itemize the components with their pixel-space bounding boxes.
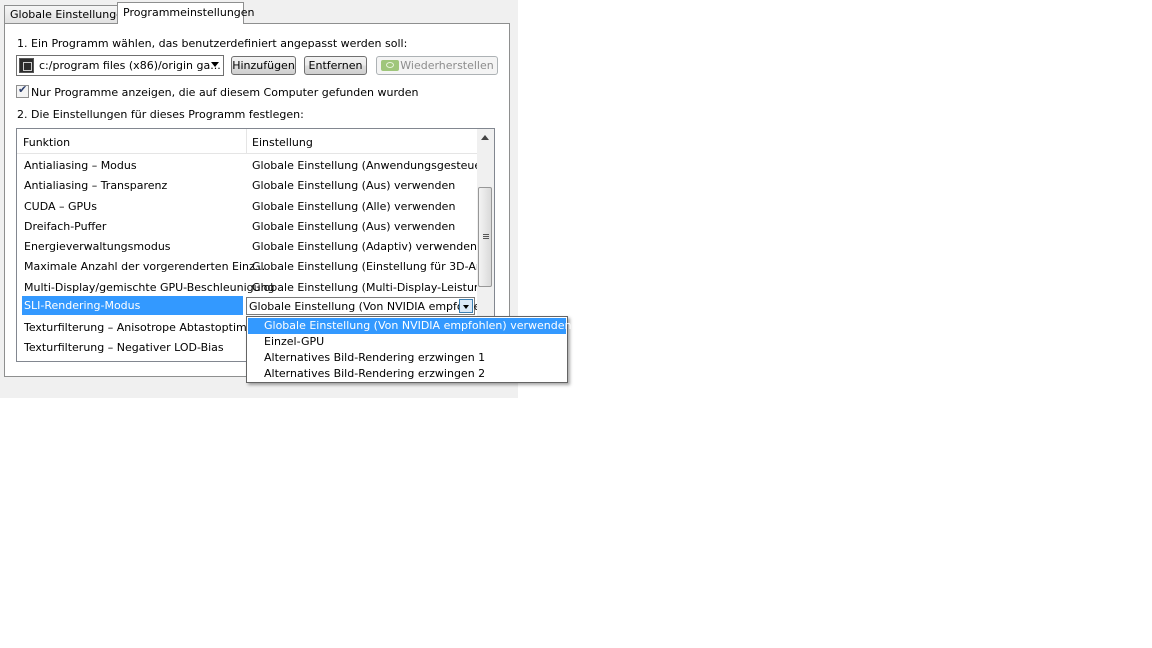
table-header: Funktion Einstellung (17, 129, 477, 154)
row-setting: Globale Einstellung (Alle) verwenden (252, 200, 456, 213)
row-function: SLI-Rendering-Modus (22, 296, 243, 315)
checkmark-icon: ✔ (18, 83, 28, 96)
dropdown-option[interactable]: Globale Einstellung (Von NVIDIA empfohle… (248, 318, 571, 334)
table-row[interactable]: Antialiasing – Modus Globale Einstellung… (17, 154, 494, 174)
row-function: Energieverwaltungsmodus (24, 240, 171, 253)
column-header-function[interactable]: Funktion (23, 136, 70, 149)
setting-dropdown-list: Globale Einstellung (Von NVIDIA empfohle… (246, 316, 571, 383)
table-row-selected[interactable]: SLI-Rendering-Modus Globale Einstellung … (17, 296, 492, 316)
table-row[interactable]: Antialiasing – Transparenz Globale Einst… (17, 174, 477, 194)
table-row[interactable]: Energieverwaltungsmodus Globale Einstell… (17, 235, 477, 255)
row-setting: Globale Einstellung (Einstellung für 3D-… (252, 260, 494, 273)
remove-button[interactable]: Entfernen (304, 56, 367, 75)
table-row[interactable]: Maximale Anzahl der vorgerenderten Einz.… (17, 255, 493, 275)
row-function: CUDA – GPUs (24, 200, 97, 213)
restore-button-label: Wiederherstellen (400, 59, 494, 72)
dropdown-option[interactable]: Einzel-GPU (248, 334, 566, 350)
dropdown-option[interactable]: Alternatives Bild-Rendering erzwingen 2 (248, 366, 566, 382)
row-function: Antialiasing – Modus (24, 159, 137, 172)
table-row[interactable]: CUDA – GPUs Globale Einstellung (Alle) v… (17, 195, 477, 215)
row-function: Antialiasing – Transparenz (24, 179, 168, 192)
add-button[interactable]: Hinzufügen (231, 56, 296, 75)
dropdown-arrow-button[interactable] (459, 299, 473, 313)
tab-program-settings[interactable]: Programmeinstellungen (117, 2, 255, 24)
filter-checkbox[interactable]: ✔ (16, 83, 29, 98)
program-select-value: c:/program files (x86)/origin ga... (39, 59, 221, 72)
step2-label: 2. Die Einstellungen für dieses Programm… (17, 108, 304, 121)
row-setting: Globale Einstellung (Adaptiv) verwenden (252, 240, 477, 253)
column-divider[interactable] (246, 129, 247, 153)
chevron-down-icon (211, 62, 219, 67)
tab-global-settings[interactable]: Globale Einstellungen (4, 5, 130, 24)
row-setting: Globale Einstellung (Aus) verwenden (252, 220, 456, 233)
column-header-setting[interactable]: Einstellung (252, 136, 313, 149)
setting-select-value: Globale Einstellung (Von NVIDIA empfohle… (249, 300, 492, 313)
scroll-up-arrow-icon[interactable] (481, 135, 489, 140)
nvidia-logo-icon (381, 60, 399, 71)
setting-select[interactable]: Globale Einstellung (Von NVIDIA empfohle… (246, 297, 492, 315)
filter-checkbox-label: Nur Programme anzeigen, die auf diesem C… (31, 86, 419, 99)
program-select[interactable]: c:/program files (x86)/origin ga... (16, 55, 224, 76)
dropdown-option[interactable]: Alternatives Bild-Rendering erzwingen 1 (248, 350, 566, 366)
row-function: Multi-Display/gemischte GPU-Beschleunigu… (24, 281, 275, 294)
scrollbar-thumb[interactable] (478, 187, 492, 287)
application-icon (19, 58, 34, 73)
restore-button[interactable]: Wiederherstellen (376, 56, 498, 75)
row-setting: Globale Einstellung (Multi-Display-Leist… (252, 281, 495, 294)
row-function: Maximale Anzahl der vorgerenderten Einz.… (24, 260, 266, 273)
table-row[interactable]: Multi-Display/gemischte GPU-Beschleunigu… (17, 276, 494, 296)
grip-icon (483, 234, 489, 235)
row-function: Texturfilterung – Negativer LOD-Bias (24, 341, 224, 354)
row-function: Texturfilterung – Anisotrope Abtastoptim… (24, 321, 261, 334)
row-function: Dreifach-Puffer (24, 220, 107, 233)
row-setting: Globale Einstellung (Anwendungsgesteuer.… (252, 159, 495, 172)
step1-label: 1. Ein Programm wählen, das benutzerdefi… (17, 37, 408, 50)
table-row[interactable]: Dreifach-Puffer Globale Einstellung (Aus… (17, 215, 477, 235)
row-setting: Globale Einstellung (Aus) verwenden (252, 179, 456, 192)
